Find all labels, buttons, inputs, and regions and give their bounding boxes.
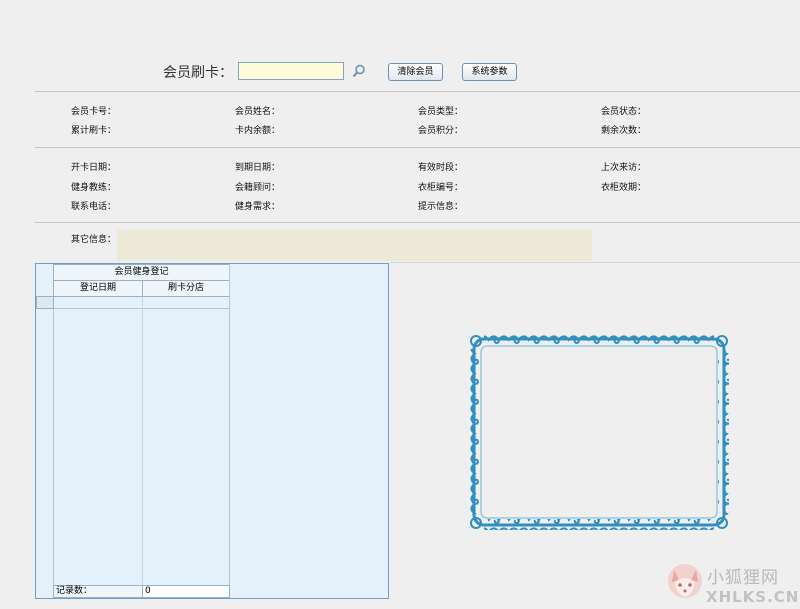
grid-group-header: 会员健身登记 bbox=[53, 264, 230, 281]
divider bbox=[390, 262, 800, 263]
record-count-label: 记录数： bbox=[53, 585, 143, 598]
divider bbox=[35, 222, 800, 223]
card-input[interactable] bbox=[238, 62, 344, 80]
label-member-name: 会员姓名： bbox=[235, 107, 281, 117]
other-info-box bbox=[117, 229, 592, 261]
label-expire-date: 到期日期： bbox=[235, 163, 281, 173]
watermark-name: 小狐狸网 bbox=[707, 568, 779, 588]
record-count-value: 0 bbox=[142, 585, 230, 598]
label-notice: 提示信息： bbox=[418, 202, 464, 212]
label-total-swipes: 累计刷卡： bbox=[71, 126, 117, 136]
row-header-column bbox=[36, 264, 54, 598]
divider bbox=[35, 147, 800, 148]
clear-member-button[interactable]: 清除会员 bbox=[388, 63, 443, 81]
label-fitness-needs: 健身需求： bbox=[235, 202, 281, 212]
label-balance: 卡内余额： bbox=[235, 126, 281, 136]
col-header-branch[interactable]: 刷卡分店 bbox=[142, 280, 230, 297]
system-params-button[interactable]: 系统参数 bbox=[462, 63, 517, 81]
label-consultant: 会籍顾问： bbox=[235, 183, 281, 193]
label-locker-expire: 衣柜效期： bbox=[601, 183, 647, 193]
search-icon[interactable] bbox=[352, 64, 366, 78]
fox-logo-icon bbox=[666, 560, 704, 603]
label-phone: 联系电话： bbox=[71, 202, 117, 212]
checkin-grid[interactable]: 会员健身登记 登记日期 刷卡分店 记录数： 0 bbox=[35, 263, 389, 599]
column-divider bbox=[229, 264, 230, 598]
swipe-label: 会员刷卡： bbox=[163, 65, 233, 81]
label-open-date: 开卡日期： bbox=[71, 163, 117, 173]
label-coach: 健身教练： bbox=[71, 183, 117, 193]
label-card-no: 会员卡号： bbox=[71, 107, 117, 117]
label-valid-period: 有效时段： bbox=[418, 163, 464, 173]
label-locker-no: 衣柜编号： bbox=[418, 183, 464, 193]
column-divider bbox=[142, 297, 143, 585]
label-points: 会员积分： bbox=[418, 126, 464, 136]
watermark-url: XHLKS.CN bbox=[706, 588, 800, 606]
photo-frame bbox=[468, 333, 730, 531]
label-member-status: 会员状态： bbox=[601, 107, 647, 117]
label-member-type: 会员类型： bbox=[418, 107, 464, 117]
row-selector[interactable] bbox=[36, 296, 54, 309]
divider bbox=[35, 91, 800, 92]
label-last-visit: 上次来访： bbox=[601, 163, 647, 173]
col-header-checkin-date[interactable]: 登记日期 bbox=[53, 280, 143, 297]
label-remaining-times: 剩余次数： bbox=[601, 126, 647, 136]
label-other-info: 其它信息： bbox=[71, 235, 117, 245]
